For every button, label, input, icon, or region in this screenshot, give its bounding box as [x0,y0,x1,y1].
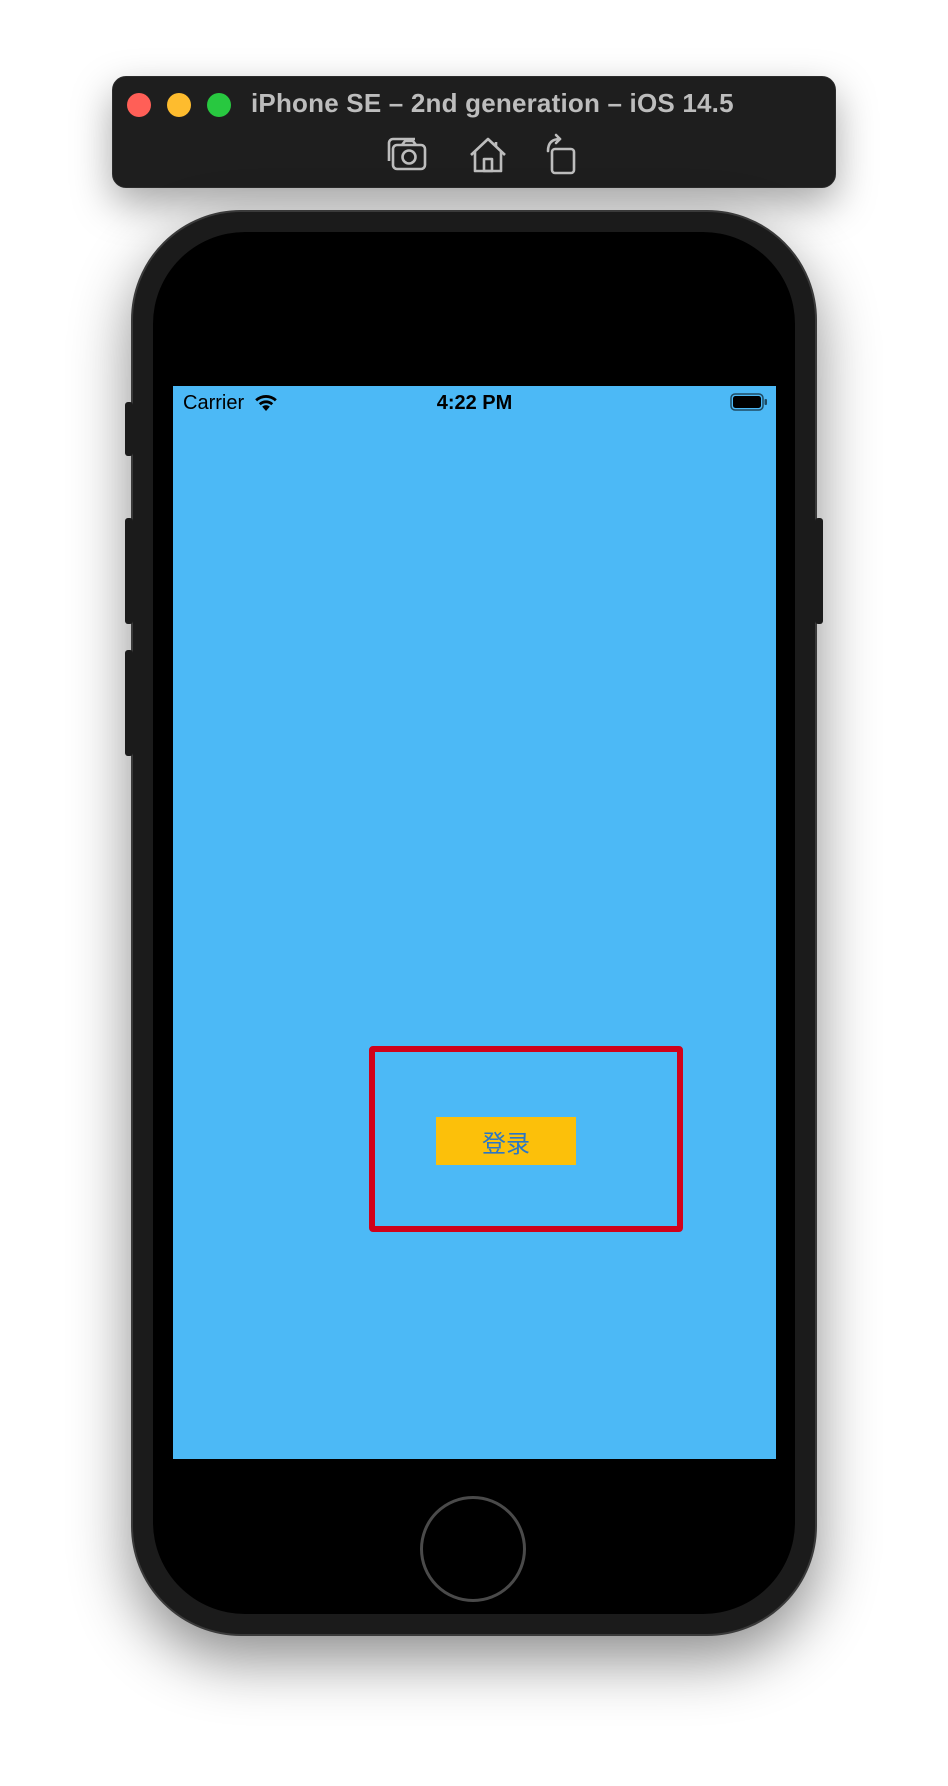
battery-icon [730,393,768,411]
simulator-toolbar: iPhone SE – 2nd generation – iOS 14.5 [112,76,836,188]
home-icon[interactable] [466,133,510,177]
volume-up-button [125,518,133,624]
rotate-icon[interactable] [540,133,584,177]
close-window-button[interactable] [127,93,151,117]
app-screen: Carrier 4:22 PM 登录 [173,386,776,1459]
stage: iPhone SE – 2nd generation – iOS 14.5 Ca… [0,0,948,1786]
home-button[interactable] [420,1496,526,1602]
camera-icon[interactable] [387,133,431,177]
status-bar: Carrier 4:22 PM [173,386,776,420]
volume-down-button [125,650,133,756]
login-button[interactable]: 登录 [436,1117,576,1165]
toolbar-icons [113,133,835,177]
mute-switch [125,402,133,456]
power-button [815,518,823,624]
status-time: 4:22 PM [436,392,513,414]
simulator-title: iPhone SE – 2nd generation – iOS 14.5 [251,88,734,118]
minimize-window-button[interactable] [167,93,191,117]
zoom-window-button[interactable] [207,93,231,117]
